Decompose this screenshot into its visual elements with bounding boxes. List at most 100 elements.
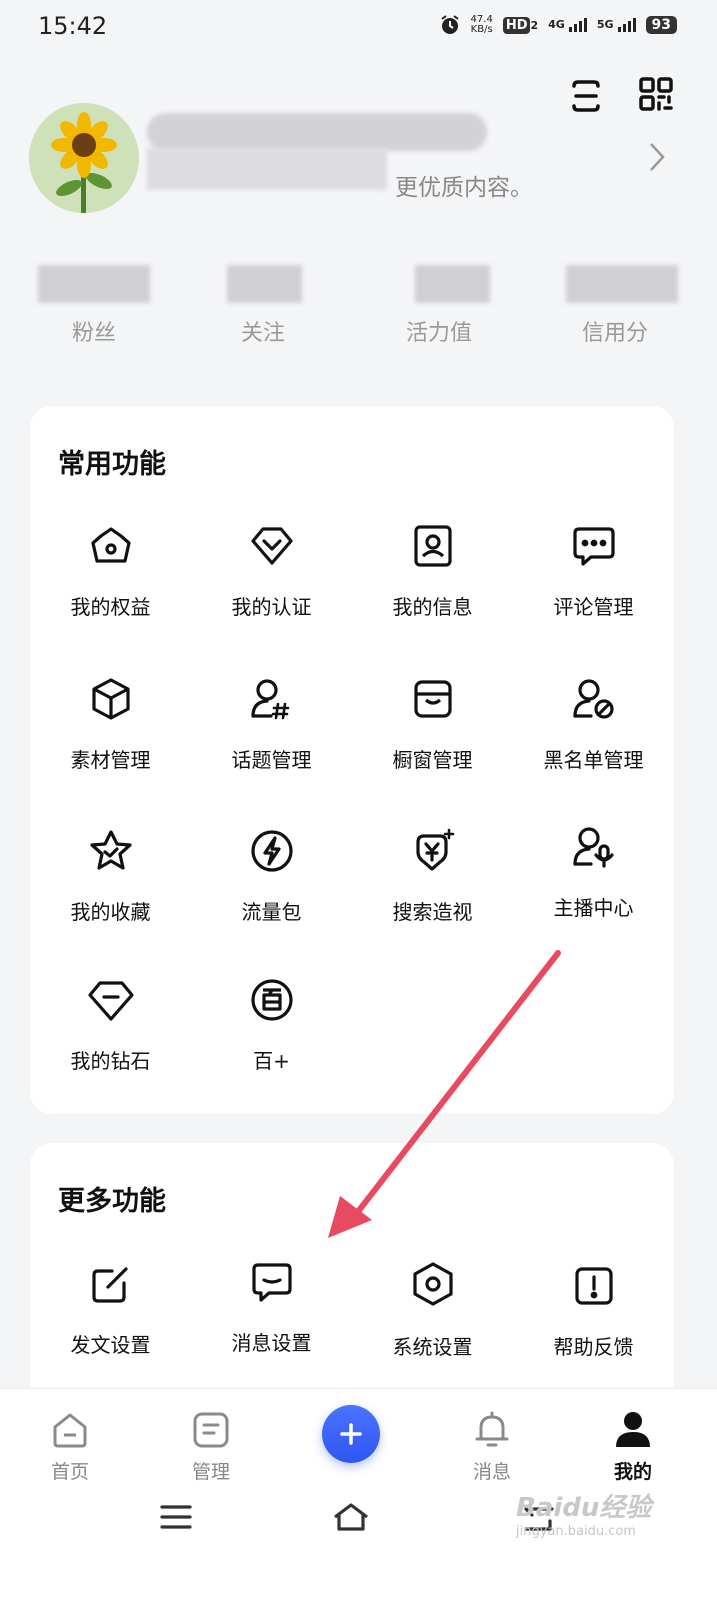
bell-icon xyxy=(475,1411,509,1447)
post-settings-label: 发文设置 xyxy=(70,1333,151,1357)
scan-button[interactable] xyxy=(566,76,606,116)
system-settings-item[interactable]: 系统设置 xyxy=(352,1261,513,1360)
blacklist-management-label: 黑名单管理 xyxy=(543,748,644,772)
system-menu-button[interactable] xyxy=(146,1497,206,1537)
nav-manage[interactable]: 管理 xyxy=(161,1409,261,1484)
diamond-icon xyxy=(87,981,134,1021)
profile-card-icon xyxy=(413,525,452,567)
help-feedback-label: 帮助反馈 xyxy=(553,1335,634,1359)
message-settings-icon xyxy=(251,1263,292,1302)
stat-value-redacted xyxy=(38,265,150,303)
stat-fans[interactable]: 粉丝 xyxy=(14,315,174,347)
my-verification-label: 我的认证 xyxy=(231,595,312,619)
my-info-label: 我的信息 xyxy=(392,595,473,619)
signal-4g-icon: 4G xyxy=(548,18,587,32)
my-verification-item[interactable]: 我的认证 xyxy=(191,523,352,620)
signal-4g-label: 4G xyxy=(548,18,565,31)
menu-lines-icon xyxy=(160,1505,192,1529)
more-functions-card: 更多功能 发文设置 消息设置 系统设置 帮助反馈 xyxy=(30,1143,674,1403)
profile-chevron-button[interactable] xyxy=(645,140,669,174)
hd-sub: 2 xyxy=(530,19,539,32)
my-info-item[interactable]: 我的信息 xyxy=(352,523,513,620)
nav-home-label: 首页 xyxy=(50,1461,89,1483)
manage-icon xyxy=(193,1412,229,1448)
watermark-text: Baidu经验 xyxy=(516,1493,652,1523)
signal-5g-icon: 5G xyxy=(597,18,636,32)
system-settings-label: 系统设置 xyxy=(392,1335,473,1359)
message-settings-item[interactable]: 消息设置 xyxy=(191,1259,352,1356)
common-functions-title: 常用功能 xyxy=(58,449,166,480)
help-feedback-item[interactable]: 帮助反馈 xyxy=(513,1263,674,1360)
signal-5g-label: 5G xyxy=(596,18,614,31)
person-icon xyxy=(616,1412,650,1447)
bai-plus-item[interactable]: 百+ xyxy=(191,977,352,1074)
my-favorites-label: 我的收藏 xyxy=(70,900,151,924)
profile-subtitle: 更优质内容。 xyxy=(395,175,533,201)
stat-credit[interactable]: 信用分 xyxy=(535,315,695,347)
topic-management-item[interactable]: 话题管理 xyxy=(191,676,352,773)
profile-name-redacted-2 xyxy=(147,148,387,190)
yuan-sparkle-icon xyxy=(415,828,454,871)
hd-label: HD xyxy=(502,17,531,34)
stat-value-redacted xyxy=(227,265,302,303)
watermark-url: jingyan.baidu.com xyxy=(516,1524,636,1539)
hd-indicator: HD 2 xyxy=(502,17,539,34)
status-time: 15:42 xyxy=(38,12,108,40)
my-diamonds-item[interactable]: 我的钻石 xyxy=(30,977,191,1074)
stat-following[interactable]: 关注 xyxy=(183,315,343,347)
showcase-management-item[interactable]: 橱窗管理 xyxy=(352,676,513,773)
comment-management-label: 评论管理 xyxy=(553,595,634,619)
more-functions-title: 更多功能 xyxy=(58,1186,166,1217)
lightning-icon xyxy=(250,830,293,872)
crown-icon xyxy=(90,527,131,563)
status-bar: 15:42 47.4 KB/s HD 2 4G 5G 93 xyxy=(0,0,717,56)
nav-home[interactable]: 首页 xyxy=(20,1409,120,1484)
star-check-icon xyxy=(89,830,132,870)
bai-circle-icon xyxy=(250,979,293,1021)
edit-square-icon xyxy=(91,1267,128,1303)
traffic-package-item[interactable]: 流量包 xyxy=(191,828,352,925)
post-settings-item[interactable]: 发文设置 xyxy=(30,1261,191,1358)
stat-value-redacted xyxy=(415,265,490,303)
search-boost-item[interactable]: 搜索造视 xyxy=(352,828,513,925)
nav-me[interactable]: 我的 xyxy=(583,1409,683,1484)
baidu-watermark: Baidu经验 jingyan.baidu.com xyxy=(516,1487,651,1539)
cube-icon xyxy=(91,678,130,720)
anchor-center-item[interactable]: 主播中心 xyxy=(513,824,674,921)
bai-plus-label: 百+ xyxy=(253,1049,290,1073)
publish-button[interactable] xyxy=(322,1405,380,1463)
alarm-icon xyxy=(440,15,459,34)
status-icons: 47.4 KB/s HD 2 4G 5G 93 xyxy=(439,14,677,36)
material-management-label: 素材管理 xyxy=(70,748,151,772)
qr-code-button[interactable] xyxy=(636,74,676,114)
scan-icon xyxy=(572,80,600,112)
user-blocked-icon xyxy=(572,679,614,719)
showcase-management-label: 橱窗管理 xyxy=(392,748,473,772)
storefront-icon xyxy=(413,680,452,718)
net-speed-unit: KB/s xyxy=(470,24,493,35)
material-management-item[interactable]: 素材管理 xyxy=(30,676,191,773)
common-functions-card: 常用功能 我的权益 我的认证 我的信息 评论管理 素材管理 话题管理 橱窗管理 … xyxy=(30,406,674,1114)
network-speed: 47.4 KB/s xyxy=(471,15,493,35)
home-icon xyxy=(53,1413,87,1448)
comment-management-item[interactable]: 评论管理 xyxy=(513,523,674,620)
anchor-center-label: 主播中心 xyxy=(553,896,634,920)
home-outline-icon xyxy=(334,1503,368,1531)
avatar[interactable] xyxy=(29,103,139,213)
stat-vitality[interactable]: 活力值 xyxy=(359,315,519,347)
my-benefits-label: 我的权益 xyxy=(70,595,151,619)
my-benefits-item[interactable]: 我的权益 xyxy=(30,523,191,620)
blacklist-management-item[interactable]: 黑名单管理 xyxy=(513,676,674,773)
traffic-package-label: 流量包 xyxy=(241,900,302,924)
user-hashtag-icon xyxy=(250,679,289,720)
nav-messages[interactable]: 消息 xyxy=(442,1409,542,1484)
my-diamonds-label: 我的钻石 xyxy=(70,1049,151,1073)
verified-badge-icon xyxy=(250,527,293,565)
nav-me-label: 我的 xyxy=(613,1461,652,1483)
stat-value-redacted xyxy=(566,265,678,303)
nav-messages-label: 消息 xyxy=(472,1461,511,1483)
battery-indicator: 93 xyxy=(645,16,677,34)
my-favorites-item[interactable]: 我的收藏 xyxy=(30,828,191,925)
qr-code-icon xyxy=(639,77,673,111)
system-home-button[interactable] xyxy=(321,1497,381,1537)
